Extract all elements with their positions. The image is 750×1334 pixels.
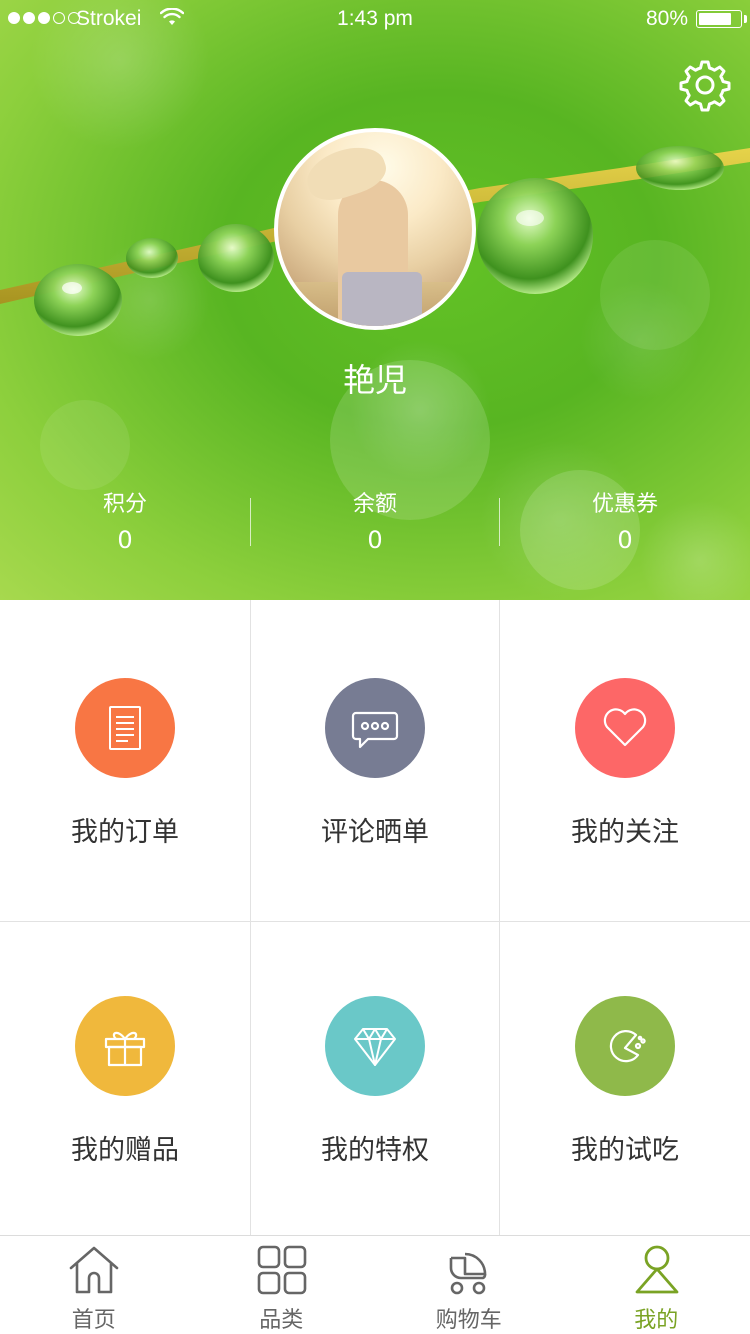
battery-percentage: 80% xyxy=(645,7,688,30)
menu-item-label: 评论晒单 xyxy=(321,817,429,848)
battery-nub xyxy=(744,15,747,23)
grid-icon xyxy=(257,1245,306,1295)
menu-item-my-orders[interactable]: 我的订单 xyxy=(0,600,250,921)
menu-icon-circle xyxy=(75,678,175,778)
tab-profile[interactable]: 我的 xyxy=(563,1236,750,1334)
avatar[interactable] xyxy=(274,128,476,330)
stat-value: 0 xyxy=(117,526,133,554)
menu-item-label: 我的关注 xyxy=(571,817,679,848)
home-icon xyxy=(69,1246,119,1294)
pacman-icon xyxy=(609,1030,646,1063)
stat-divider xyxy=(250,498,251,546)
gear-icon[interactable] xyxy=(678,58,732,112)
menu-icon-circle xyxy=(325,678,425,778)
menu-icon-circle xyxy=(575,996,675,1096)
menu-item-reviews[interactable]: 评论晒单 xyxy=(250,600,500,921)
menu-item-label: 我的订单 xyxy=(71,817,179,848)
chat-bubble-icon xyxy=(351,711,399,749)
menu-item-my-gifts[interactable]: 我的赠品 xyxy=(0,922,250,1235)
menu-item-trials[interactable]: 我的试吃 xyxy=(500,922,750,1235)
stat-divider xyxy=(499,498,500,546)
account-stats: 积分 0 余额 0 优惠券 0 xyxy=(0,490,750,560)
stat-points[interactable]: 积分 0 xyxy=(0,490,250,560)
stat-label: 余额 xyxy=(352,492,397,517)
stat-label: 优惠券 xyxy=(591,492,658,517)
gift-icon xyxy=(104,1031,146,1067)
profile-header: Strokei 1:43 pm 80% 艳児 积分 0 余额 0 优惠券 0 xyxy=(0,0,750,600)
menu-icon-circle xyxy=(75,996,175,1096)
tab-label: 购物车 xyxy=(435,1308,502,1333)
diamond-icon xyxy=(354,1028,396,1066)
menu-item-label: 我的试吃 xyxy=(571,1135,679,1166)
document-icon xyxy=(109,706,141,750)
menu-grid: 我的订单 评论晒单 我的关注 我的赠品 我的特权 我的试吃 xyxy=(0,600,750,1235)
status-bar: Strokei 1:43 pm 80% xyxy=(0,0,750,40)
tab-bar: 首页 品类 购物车 我的 xyxy=(0,1235,750,1334)
username: 艳児 xyxy=(342,361,407,399)
stat-coupons[interactable]: 优惠券 0 xyxy=(500,490,750,560)
battery-icon xyxy=(696,10,742,28)
tab-label: 首页 xyxy=(71,1308,116,1333)
menu-item-privileges[interactable]: 我的特权 xyxy=(250,922,500,1235)
clock: 1:43 pm xyxy=(337,7,413,30)
heart-icon xyxy=(603,708,647,747)
menu-item-label: 我的赠品 xyxy=(71,1135,179,1166)
tab-label: 我的 xyxy=(634,1308,679,1333)
tab-cart[interactable]: 购物车 xyxy=(375,1236,563,1334)
menu-icon-circle xyxy=(325,996,425,1096)
stroller-cart-icon xyxy=(449,1252,487,1295)
user-icon xyxy=(635,1245,678,1294)
bokeh-decoration xyxy=(40,400,130,490)
stat-label: 积分 xyxy=(102,492,147,517)
menu-item-label: 我的特权 xyxy=(321,1135,429,1166)
menu-item-favorites[interactable]: 我的关注 xyxy=(500,600,750,921)
tab-home[interactable]: 首页 xyxy=(0,1236,188,1334)
stat-value: 0 xyxy=(617,526,633,554)
menu-icon-circle xyxy=(575,678,675,778)
stat-value: 0 xyxy=(367,526,383,554)
tab-categories[interactable]: 品类 xyxy=(188,1236,376,1334)
stat-balance[interactable]: 余额 0 xyxy=(250,490,500,560)
tab-label: 品类 xyxy=(259,1308,304,1333)
